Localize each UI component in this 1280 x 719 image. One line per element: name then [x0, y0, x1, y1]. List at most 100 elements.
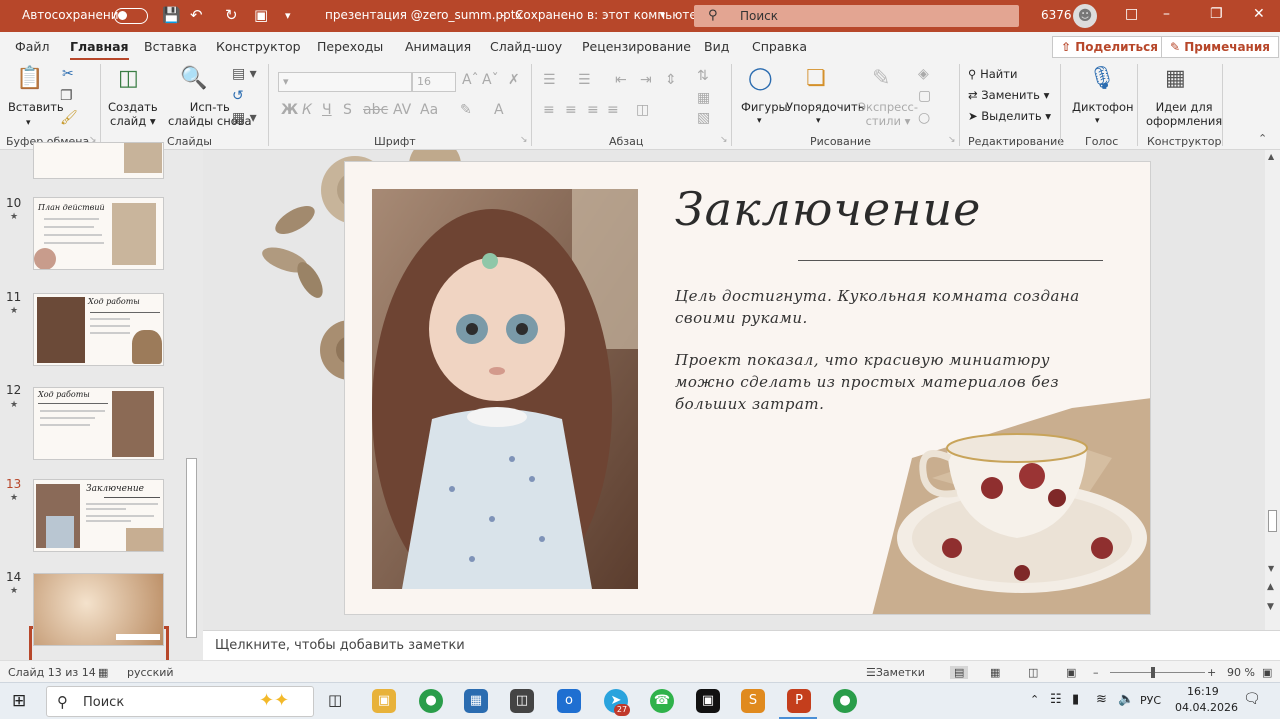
copy-icon[interactable]: ❐: [60, 88, 73, 104]
comments-button[interactable]: ✎ Примечания: [1161, 36, 1279, 58]
taskbar-search[interactable]: ⚲ Поиск ✦✦: [46, 686, 314, 717]
scroll-down-icon[interactable]: ▼: [1268, 564, 1274, 573]
case-icon[interactable]: Aa: [420, 102, 438, 118]
line-spacing-icon[interactable]: ⇕: [665, 72, 677, 88]
clear-format-icon[interactable]: ✗: [508, 72, 520, 88]
autosave-toggle[interactable]: [114, 8, 148, 24]
notes-button[interactable]: ☰Заметки: [866, 666, 925, 679]
designer-button[interactable]: Идеи для оформления: [1146, 100, 1222, 128]
slideshow-icon[interactable]: ▣: [1066, 666, 1076, 679]
chrome-icon[interactable]: ●: [419, 689, 443, 713]
font-color-icon[interactable]: A: [494, 102, 504, 118]
tab-review[interactable]: Рецензирование: [582, 39, 691, 54]
tab-help[interactable]: Справка: [752, 39, 807, 54]
chevron-down-icon[interactable]: ▾: [757, 114, 762, 128]
minimize-icon[interactable]: –: [1163, 6, 1170, 22]
dialog-launcher-icon[interactable]: ↘: [948, 135, 956, 145]
align-center-icon[interactable]: ≡: [565, 102, 577, 118]
tab-design[interactable]: Конструктор: [216, 39, 301, 54]
zoom-level[interactable]: 90 %: [1227, 666, 1255, 679]
zoom-out-icon[interactable]: –: [1093, 666, 1099, 679]
decrease-font-icon[interactable]: Aˇ: [482, 72, 499, 88]
search-box[interactable]: ⚲ Поиск: [694, 5, 1019, 27]
section-icon[interactable]: ▦ ▾: [232, 110, 257, 126]
next-slide-icon[interactable]: ▼: [1267, 602, 1274, 612]
whatsapp-icon[interactable]: ☎: [650, 689, 674, 713]
editor-scrollbar[interactable]: ▲ ▼ ▲ ▼: [1265, 150, 1280, 630]
fit-slide-icon[interactable]: ▣: [1262, 666, 1272, 679]
designer-icon[interactable]: ▦: [1165, 66, 1186, 91]
slide-thumbnail-12[interactable]: Ход работы: [33, 387, 164, 460]
slide-thumbnail-10[interactable]: План действий: [33, 197, 164, 270]
chrome-profile-icon[interactable]: ●: [833, 689, 857, 713]
store-icon[interactable]: ▦: [464, 689, 488, 713]
save-icon[interactable]: 💾: [162, 6, 181, 24]
slide-thumbnail-14[interactable]: [33, 573, 164, 646]
file-explorer-icon[interactable]: ▣: [372, 689, 396, 713]
task-view-icon[interactable]: ◫: [328, 691, 342, 709]
thumbnails-scrollbar[interactable]: [186, 458, 197, 638]
language-indicator[interactable]: русский: [127, 666, 174, 679]
tab-home[interactable]: Главная: [70, 39, 129, 61]
arrange-button[interactable]: Упорядочить: [786, 100, 865, 114]
format-painter-icon[interactable]: 🖌: [60, 110, 78, 126]
dialog-launcher-icon[interactable]: ↘: [720, 135, 728, 145]
microphone-icon[interactable]: 🎙: [1088, 66, 1116, 91]
tray-overflow-icon[interactable]: ⌃: [1030, 693, 1039, 706]
shadow-icon[interactable]: S: [343, 102, 352, 118]
present-icon[interactable]: ▣: [254, 6, 268, 24]
quick-styles-icon[interactable]: ✎: [872, 66, 890, 91]
quick-styles-button[interactable]: Экспресс-стили ▾: [858, 100, 918, 128]
bullets-icon[interactable]: ☰: [543, 72, 556, 88]
network-icon[interactable]: ☷: [1050, 692, 1062, 707]
tab-view[interactable]: Вид: [704, 39, 729, 54]
text-direction-icon[interactable]: ⇅: [697, 68, 709, 84]
slide-thumbnail-11[interactable]: Ход работы: [33, 293, 164, 366]
shape-outline-icon[interactable]: ▢: [918, 88, 931, 104]
dialog-launcher-icon[interactable]: ↘: [520, 135, 528, 145]
shape-effects-icon[interactable]: ○: [918, 110, 930, 126]
reading-view-icon[interactable]: ◫: [1028, 666, 1038, 679]
paste-icon[interactable]: 📋: [16, 66, 43, 91]
clock-date[interactable]: 04.04.2026: [1175, 701, 1238, 714]
slide-title[interactable]: Заключение: [675, 182, 981, 236]
slide-body[interactable]: Цель достигнута. Кукольная комната созда…: [675, 285, 1095, 415]
spacing-icon[interactable]: AV: [393, 102, 411, 118]
scroll-thumb[interactable]: [1268, 510, 1277, 532]
zoom-slider-thumb[interactable]: [1151, 667, 1155, 678]
chevron-down-icon[interactable]: ▾: [26, 116, 31, 130]
find-button[interactable]: ⚲ Найти: [968, 67, 1017, 81]
new-slide-icon[interactable]: ◫: [118, 66, 139, 91]
ribbon-display-icon[interactable]: □: [1125, 6, 1138, 22]
photos-icon[interactable]: ◫: [510, 689, 534, 713]
tab-file[interactable]: Файл: [15, 39, 50, 54]
underline-icon[interactable]: Ч: [322, 102, 332, 118]
sublime-icon[interactable]: S: [741, 689, 765, 713]
dictate-button[interactable]: Диктофон: [1072, 100, 1134, 114]
align-left-icon[interactable]: ≡: [543, 102, 555, 118]
font-size-dropdown[interactable]: 16: [412, 72, 456, 92]
shapes-icon[interactable]: ◯: [748, 66, 773, 91]
align-right-icon[interactable]: ≡: [587, 102, 599, 118]
cut-icon[interactable]: ✂: [62, 66, 74, 82]
new-slide-button[interactable]: Создать слайд ▾: [108, 100, 158, 128]
close-icon[interactable]: ✕: [1253, 6, 1265, 22]
font-family-dropdown[interactable]: ▾: [278, 72, 412, 92]
justify-icon[interactable]: ≡: [607, 102, 619, 118]
tab-animation[interactable]: Анимация: [405, 39, 471, 54]
slide-thumbnail-13[interactable]: Заключение: [33, 479, 164, 552]
chevron-down-icon[interactable]: ▾: [1095, 114, 1100, 128]
bold-icon[interactable]: Ж: [281, 102, 298, 118]
notifications-icon[interactable]: 🗨: [1243, 691, 1261, 707]
collapse-ribbon-icon[interactable]: ⌃: [1258, 132, 1267, 145]
increase-font-icon[interactable]: Aˆ: [462, 72, 479, 88]
scroll-up-icon[interactable]: ▲: [1268, 152, 1274, 161]
powerpoint-icon[interactable]: P: [787, 689, 811, 713]
zoom-slider[interactable]: [1110, 672, 1205, 673]
reuse-slides-icon[interactable]: 🔍: [180, 66, 207, 91]
decrease-indent-icon[interactable]: ⇤: [615, 72, 627, 88]
notes-pane[interactable]: Щелкните, чтобы добавить заметки: [203, 630, 1280, 660]
tab-transitions[interactable]: Переходы: [317, 39, 383, 54]
highlight-icon[interactable]: ✎: [460, 102, 472, 118]
maximize-icon[interactable]: ❐: [1210, 6, 1223, 22]
